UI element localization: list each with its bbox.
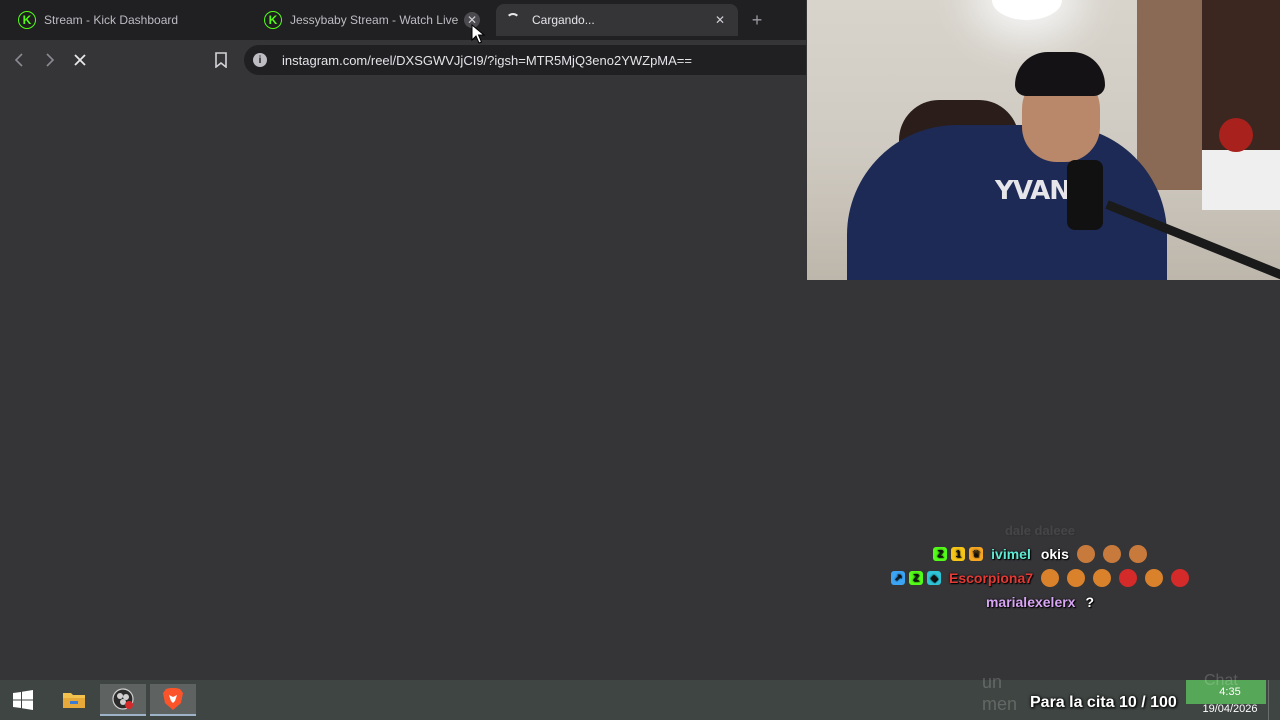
microphone [1067, 160, 1103, 230]
faded-chat-input-text: un [982, 672, 1003, 692]
emote-icon [1041, 569, 1060, 587]
chat-username: ivimel [991, 546, 1031, 562]
emote-icon [1128, 545, 1147, 563]
site-info-icon[interactable]: i [253, 53, 267, 67]
badge-icon: Z [933, 547, 948, 561]
badge-icon: 1 [951, 547, 966, 561]
back-button[interactable] [8, 48, 32, 72]
faded-chat-input-text: men [982, 694, 1018, 714]
tab-title: Cargando... [532, 13, 595, 27]
ceiling-light [992, 0, 1062, 20]
new-tab-button[interactable]: + [746, 9, 768, 31]
background-toy [1219, 118, 1253, 152]
crown-icon: ♛ [969, 547, 984, 561]
chevron-left-icon [14, 53, 23, 67]
browser-toolbar: i instagram.com/reel/DXSGWVJjCI9/?igsh=M… [0, 40, 806, 80]
chevron-right-icon [46, 53, 55, 67]
file-explorer-button[interactable] [51, 684, 97, 716]
start-button[interactable] [0, 684, 46, 716]
emote-icon [1171, 569, 1190, 587]
bookmark-icon [215, 52, 227, 68]
stop-loading-button[interactable] [68, 48, 92, 72]
tab-title: Stream - Kick Dashboard [44, 13, 179, 27]
chat-message-text: okis [1040, 546, 1069, 562]
bookmark-button[interactable] [210, 49, 232, 71]
emote-icon [1076, 545, 1095, 563]
badge-icon: ↗ [890, 571, 905, 585]
webcam-feed: YVAN [807, 0, 1280, 280]
chat-message: marialexelerx ? [880, 590, 1200, 614]
streamer-hair [1015, 52, 1105, 96]
clock-date: 19/04/2026 [1202, 703, 1258, 715]
brave-icon [163, 688, 183, 710]
tab-loading[interactable]: Cargando... ✕ [496, 4, 738, 36]
windows-icon [13, 690, 33, 710]
close-icon[interactable]: ✕ [712, 12, 728, 28]
kick-icon: K [18, 11, 36, 29]
kick-icon: K [264, 11, 282, 29]
show-desktop-button[interactable] [1268, 680, 1280, 720]
chat-username: marialexelerx [985, 594, 1076, 610]
emote-icon [1067, 569, 1086, 587]
chat-username: Escorpiona7 [948, 570, 1034, 586]
brave-browser-button[interactable] [150, 684, 196, 716]
tab-title: Jessybaby Stream - Watch Live o [290, 13, 458, 27]
chat-message-text: dale daleee [1004, 522, 1076, 538]
close-icon [74, 54, 86, 66]
emote-icon [1145, 569, 1164, 587]
mouse-cursor-icon [471, 24, 485, 44]
stream-goal-text: Para la cita 10 / 100 [1030, 694, 1177, 711]
address-bar[interactable]: i instagram.com/reel/DXSGWVJjCI9/?igsh=M… [244, 45, 806, 75]
obs-button[interactable] [100, 684, 146, 716]
clock-time: 4:35 [1219, 686, 1241, 698]
chat-message: dale daleee [880, 518, 1200, 542]
stream-chat-overlay: dale daleee Z 1 ♛ ivimel okis ↗ Z ◆ Esco… [880, 518, 1200, 614]
chat-message: Z 1 ♛ ivimel okis [880, 542, 1200, 566]
chat-message-text: ? [1085, 594, 1095, 610]
emote-icon [1093, 569, 1112, 587]
loading-spinner-icon [506, 13, 520, 27]
background-shelf [1202, 150, 1280, 210]
tab-kick-dashboard[interactable]: K Stream - Kick Dashboard [8, 4, 248, 36]
tab-strip: K Stream - Kick Dashboard K Jessybaby St… [0, 0, 806, 40]
emote-icon [1102, 545, 1121, 563]
background-door [1137, 0, 1207, 190]
badge-icon: Z [908, 571, 923, 585]
obs-icon [112, 688, 134, 710]
folder-icon [63, 693, 85, 708]
address-url[interactable]: instagram.com/reel/DXSGWVJjCI9/?igsh=MTR… [282, 53, 692, 68]
forward-button[interactable] [37, 48, 61, 72]
hoodie-text: YVAN [995, 176, 1071, 206]
system-clock[interactable]: 4:35 19/04/2026 [1196, 684, 1264, 718]
badge-icon: ◆ [926, 571, 941, 585]
tab-jessybaby-stream[interactable]: K Jessybaby Stream - Watch Live o ✕ [254, 4, 490, 36]
chat-message: ↗ Z ◆ Escorpiona7 [880, 566, 1200, 590]
emote-icon [1119, 569, 1138, 587]
